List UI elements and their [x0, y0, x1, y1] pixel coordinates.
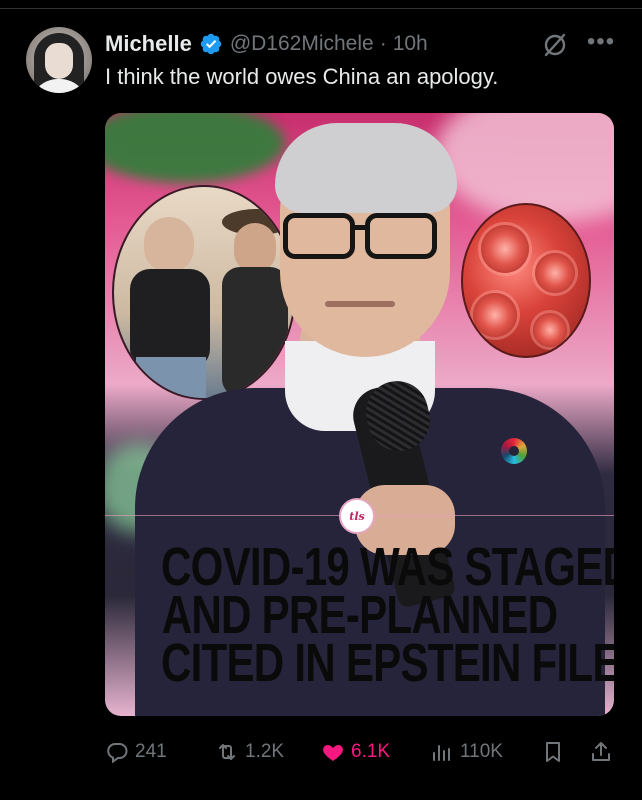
share-button[interactable]: [589, 735, 619, 769]
more-icon[interactable]: •••: [586, 30, 616, 58]
lapel-pin-icon: [501, 438, 527, 464]
views-count: 110K: [460, 741, 503, 762]
action-bar: 241 1.2K 6.1K 110K: [105, 735, 615, 769]
repost-icon: [219, 744, 235, 760]
grok-icon[interactable]: [540, 30, 570, 60]
headline-line: AND PRE-PLANNED: [161, 585, 558, 645]
headline-line: COVID-19 WAS STAGED: [160, 537, 614, 597]
tweet-header: Michelle @D162Michele · 10h: [105, 30, 428, 58]
glasses-lens: [365, 213, 437, 259]
publisher-logo-text: tls: [349, 509, 365, 523]
author-display-name[interactable]: Michelle: [105, 31, 192, 57]
mouth: [325, 301, 395, 307]
glasses-bridge: [353, 225, 367, 230]
views-icon: [433, 745, 450, 761]
views-button[interactable]: 110K: [430, 735, 503, 769]
like-button[interactable]: 6.1K: [321, 735, 390, 769]
image-headline: COVID-19 WAS STAGED AND PRE-PLANNED CITE…: [160, 537, 614, 693]
avatar[interactable]: [26, 27, 92, 93]
verified-badge-icon: [200, 33, 222, 55]
avatar-face: [45, 43, 73, 79]
tweet-timestamp[interactable]: 10h: [393, 32, 428, 56]
headline-line: CITED IN EPSTEIN FILES: [160, 633, 614, 693]
bookmark-icon: [546, 742, 560, 762]
repost-button[interactable]: 1.2K: [215, 735, 284, 769]
author-handle[interactable]: @D162Michele: [230, 32, 374, 56]
publisher-logo: tls: [339, 498, 375, 534]
tweet: Michelle @D162Michele · 10h ••• I think …: [0, 0, 642, 800]
like-count: 6.1K: [351, 741, 391, 762]
bookmark-button[interactable]: [541, 735, 571, 769]
divider: [0, 8, 642, 9]
repost-count: 1.2K: [245, 741, 285, 762]
reply-icon: [107, 743, 128, 764]
reply-button[interactable]: 241: [105, 735, 167, 769]
like-icon: [323, 745, 343, 761]
share-icon: [592, 742, 610, 761]
tweet-text: I think the world owes China an apology.: [105, 64, 499, 89]
glasses-lens: [283, 213, 355, 259]
reply-count: 241: [135, 741, 167, 762]
separator-dot: ·: [379, 32, 387, 55]
hair: [275, 123, 457, 213]
tweet-media-image[interactable]: tls COVID-19 WAS STAGED AND PRE-PLANNED …: [105, 113, 614, 716]
